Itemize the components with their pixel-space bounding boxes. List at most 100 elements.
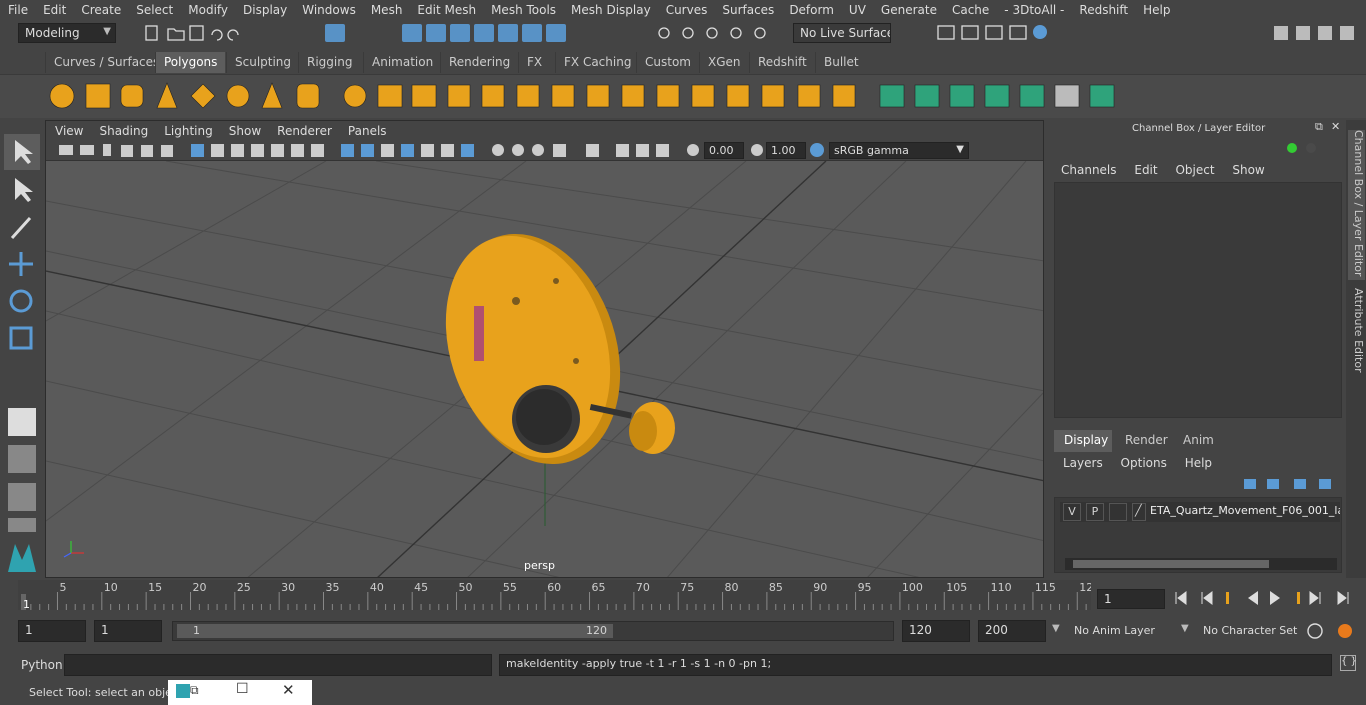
menu-cache[interactable]: Cache <box>944 3 996 17</box>
status-icons[interactable] <box>140 23 780 43</box>
tab-render[interactable]: Render <box>1115 430 1173 452</box>
command-input[interactable] <box>64 654 492 676</box>
current-frame-field[interactable]: 1 <box>1097 589 1165 609</box>
viewport-menu-lighting[interactable]: Lighting <box>155 124 220 138</box>
range-slider[interactable]: 1 120 <box>172 621 894 641</box>
viewport-menu-renderer[interactable]: Renderer <box>268 124 339 138</box>
menu-edit[interactable]: Edit <box>1134 163 1157 177</box>
anim-pref-icons[interactable] <box>1305 621 1365 641</box>
playback-start-field[interactable]: 1 <box>94 620 162 642</box>
shelf-tab-animation[interactable]: Animation <box>363 52 441 73</box>
layer-icons[interactable] <box>1239 475 1339 493</box>
safe-action-icon[interactable] <box>291 144 304 157</box>
scale-tool-icon[interactable] <box>9 326 33 350</box>
wireframe-icon[interactable] <box>341 144 354 157</box>
smooth-shade-icon[interactable] <box>361 144 374 157</box>
menu-file[interactable]: File <box>0 3 35 17</box>
menu-help[interactable]: Help <box>1185 456 1212 470</box>
playback-end-field[interactable]: 120 <box>902 620 970 642</box>
layer-scrollbar[interactable] <box>1065 558 1337 570</box>
tab-display[interactable]: Display <box>1054 430 1112 452</box>
live-surface-field[interactable]: No Live Surface <box>793 23 891 43</box>
chevron-down-icon[interactable]: ▼ <box>1181 623 1189 634</box>
scene-end-field[interactable]: 200 <box>978 620 1046 642</box>
close-window-icon[interactable]: ✕ <box>282 681 295 699</box>
character-set-select[interactable]: No Character Set <box>1203 624 1297 637</box>
shelf-tab-polygons[interactable]: Polygons <box>155 52 226 73</box>
field-chart-icon[interactable] <box>271 144 284 157</box>
menu-layers[interactable]: Layers <box>1063 456 1103 470</box>
resolution-gate-icon[interactable] <box>231 144 244 157</box>
shelf-tab-redshift[interactable]: Redshift <box>749 52 815 73</box>
shelf-tab-rendering[interactable]: Rendering <box>440 52 518 73</box>
viewport-menu-show[interactable]: Show <box>220 124 268 138</box>
safe-title-icon[interactable] <box>311 144 324 157</box>
xray-active-icon[interactable] <box>616 144 629 157</box>
menu-display[interactable]: Display <box>235 3 294 17</box>
menu-create[interactable]: Create <box>73 3 128 17</box>
shadows-icon[interactable] <box>492 144 504 156</box>
menu-deform[interactable]: Deform <box>781 3 841 17</box>
shelf-tab-bullet[interactable]: Bullet <box>815 52 867 73</box>
hud-icon[interactable] <box>636 144 649 157</box>
time-slider[interactable]: 5 10 15 20 25 30 35 40 45 50 55 60 65 70 75 80 85 90 95 100… <box>18 580 1091 610</box>
menu-windows[interactable]: Windows <box>294 3 363 17</box>
screen-space-ao-icon[interactable] <box>512 144 524 156</box>
layer-color-swatch[interactable]: ╱ <box>1132 503 1146 521</box>
menu-surfaces[interactable]: Surfaces <box>714 3 781 17</box>
viewport-menu-panels[interactable]: Panels <box>339 124 394 138</box>
float-panel-icon[interactable]: ⧉ <box>1315 120 1323 134</box>
motion-blur-icon[interactable] <box>532 144 544 156</box>
film-gate-icon[interactable] <box>211 144 224 157</box>
bookmark-icon[interactable] <box>103 144 111 156</box>
layer-playback-toggle[interactable]: P <box>1086 503 1104 521</box>
channel-list[interactable] <box>1054 182 1342 418</box>
xray-joints-icon[interactable] <box>441 144 454 157</box>
shelf-tab-sculpting[interactable]: Sculpting <box>226 52 299 73</box>
scrollbar-thumb[interactable] <box>1073 560 1269 568</box>
menu-mesh[interactable]: Mesh <box>363 3 410 17</box>
shelf-tab-fx[interactable]: FX <box>518 52 550 73</box>
close-icon[interactable]: ✕ <box>1331 120 1340 133</box>
viewport-panel[interactable]: View Shading Lighting Show Renderer Panels <box>45 120 1044 578</box>
rotate-tool-icon[interactable] <box>9 289 33 313</box>
range-slider-handle[interactable]: 1 120 <box>177 624 613 638</box>
layer-row[interactable]: V P ╱ ETA_Quartz_Movement_F06_001_laye <box>1060 502 1340 522</box>
menu-show[interactable]: Show <box>1232 163 1264 177</box>
layer-type-toggle[interactable] <box>1109 503 1127 521</box>
shelf-tab-curves-surfaces[interactable]: Curves / Surfaces <box>45 52 167 73</box>
command-language-label[interactable]: Python <box>21 658 63 672</box>
grid-toggle-icon[interactable] <box>191 144 204 157</box>
mode-selector[interactable]: Modeling ▼ <box>18 23 116 43</box>
menu-edit[interactable]: Edit <box>35 3 73 17</box>
menu-3dtoall[interactable]: - 3DtoAll - <box>996 3 1071 17</box>
menu-generate[interactable]: Generate <box>873 3 944 17</box>
shelf-tab-fx-caching[interactable]: FX Caching <box>555 52 639 73</box>
camera-attributes-icon[interactable] <box>80 145 94 155</box>
image-plane-icon[interactable] <box>121 145 133 157</box>
menu-modify[interactable]: Modify <box>180 3 235 17</box>
layer-visibility-toggle[interactable]: V <box>1063 503 1081 521</box>
render-icons[interactable] <box>935 23 1055 43</box>
restore-icon[interactable]: ⧉ <box>190 683 199 698</box>
menu-edit-mesh[interactable]: Edit Mesh <box>409 3 483 17</box>
grease-pencil-icon[interactable] <box>161 145 173 157</box>
layer-list[interactable]: V P ╱ ETA_Quartz_Movement_F06_001_laye <box>1054 497 1342 573</box>
menu-object[interactable]: Object <box>1175 163 1214 177</box>
maya-taskbar-icon[interactable] <box>176 684 190 698</box>
menu-channels[interactable]: Channels <box>1061 163 1117 177</box>
tab-attribute-editor-vertical[interactable]: Attribute Editor <box>1348 288 1365 378</box>
menu-curves[interactable]: Curves <box>658 3 715 17</box>
gate-mask-icon[interactable] <box>251 144 264 157</box>
layout-four-icon[interactable] <box>8 483 36 511</box>
exposure-field[interactable]: 0.00 <box>704 142 744 159</box>
shelf-tab-xgen[interactable]: XGen <box>699 52 749 73</box>
frame-all-icon[interactable] <box>656 144 669 157</box>
color-space-select[interactable]: sRGB gamma ▼ <box>829 142 969 159</box>
layout-outliner-icon[interactable] <box>8 518 36 532</box>
move-tool-icon[interactable] <box>9 252 33 276</box>
anim-layer-select[interactable]: No Anim Layer <box>1074 624 1155 637</box>
gamma-icon[interactable] <box>751 144 763 156</box>
scene-start-field[interactable]: 1 <box>18 620 86 642</box>
viewport-menu-shading[interactable]: Shading <box>90 124 155 138</box>
